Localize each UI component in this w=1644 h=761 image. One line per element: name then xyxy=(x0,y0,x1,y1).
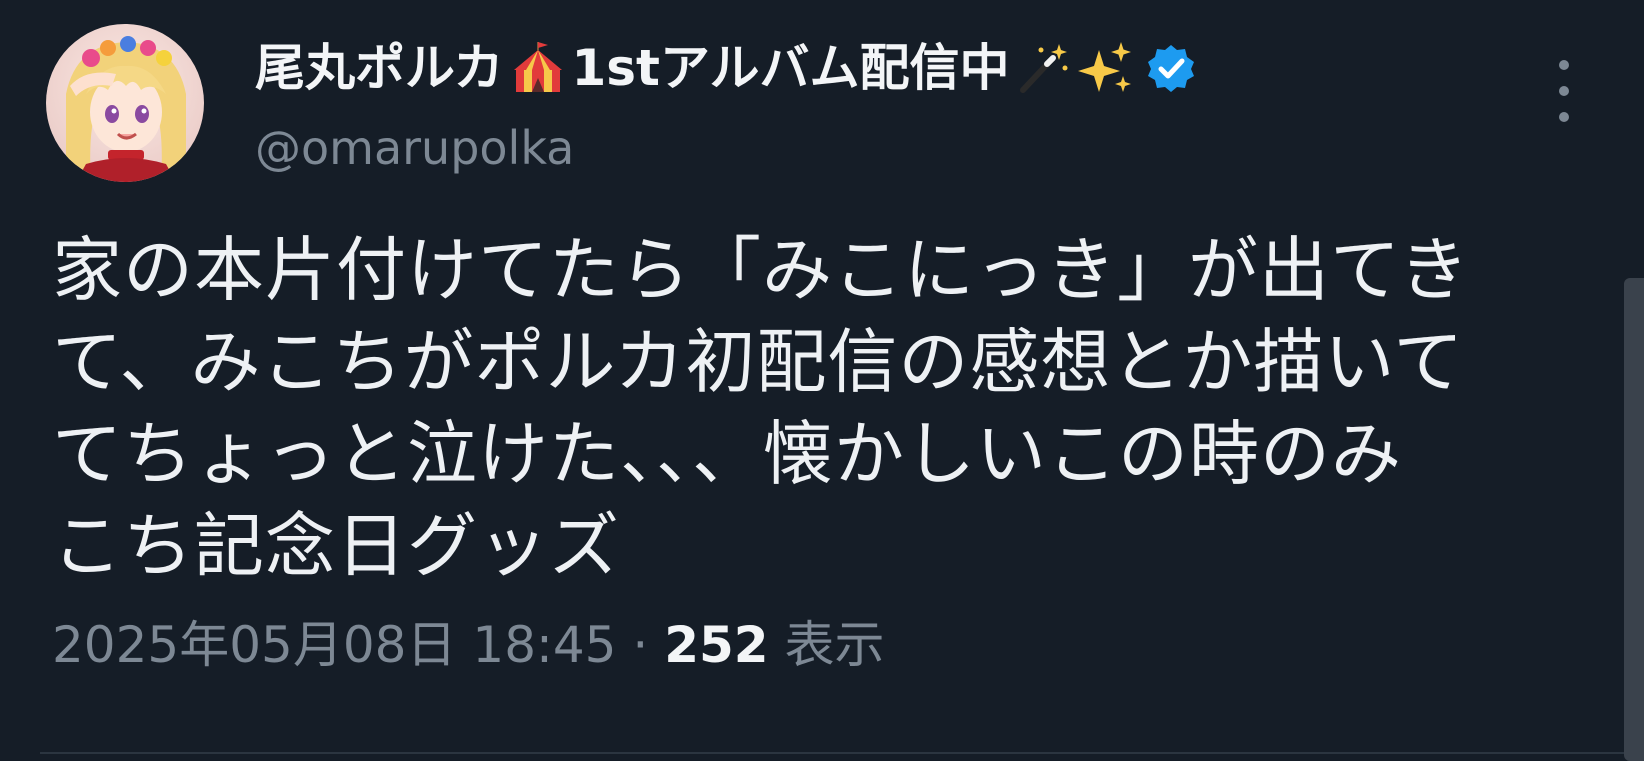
tweet-meta: 2025年05月08日 18:45 · 252 表示 xyxy=(52,612,884,678)
tweet-text-line: てちょっと泣けた、、、懐かしいこの時のみ xyxy=(52,413,1402,495)
views-label: 表示 xyxy=(784,616,885,674)
verified-badge-icon xyxy=(1145,42,1197,94)
more-icon-dot xyxy=(1559,86,1569,96)
more-icon-dot xyxy=(1559,112,1569,122)
author-name[interactable]: 尾丸ポルカ 1stアルバム配信中 xyxy=(255,36,1197,100)
tweet-text: 家の本片付けてたら「みこにっき」が出てき て、みこちがポルカ初配信の感想とか描い… xyxy=(52,224,1552,592)
meta-separator: · xyxy=(632,616,649,674)
tweet-text-line: 家の本片付けてたら「みこにっき」が出てき xyxy=(52,229,1470,311)
tweet-text-line: て、みこちがポルカ初配信の感想とか描いて xyxy=(52,321,1465,403)
tweet-timestamp[interactable]: 2025年05月08日 18:45 xyxy=(52,616,616,674)
more-icon-dot xyxy=(1559,60,1569,70)
circus-tent-icon xyxy=(510,40,566,96)
author-name-suffix: 1stアルバム配信中 xyxy=(571,39,1010,97)
scrollbar[interactable] xyxy=(1624,278,1644,761)
divider xyxy=(40,752,1644,754)
views-count[interactable]: 252 xyxy=(664,616,768,674)
sparkles-icon xyxy=(1077,40,1133,96)
tweet-text-line: こち記念日グッズ xyxy=(52,505,620,587)
magic-wand-icon xyxy=(1015,40,1071,96)
avatar-image xyxy=(46,24,204,182)
tweet-card: 尾丸ポルカ 1stアルバム配信中 @omarupolka 家の本片付けてたら「み… xyxy=(0,0,1644,761)
author-handle[interactable]: @omarupolka xyxy=(255,118,574,178)
avatar[interactable] xyxy=(46,24,204,182)
author-display-name: 尾丸ポルカ xyxy=(255,39,504,97)
more-options-button[interactable] xyxy=(1548,60,1580,122)
